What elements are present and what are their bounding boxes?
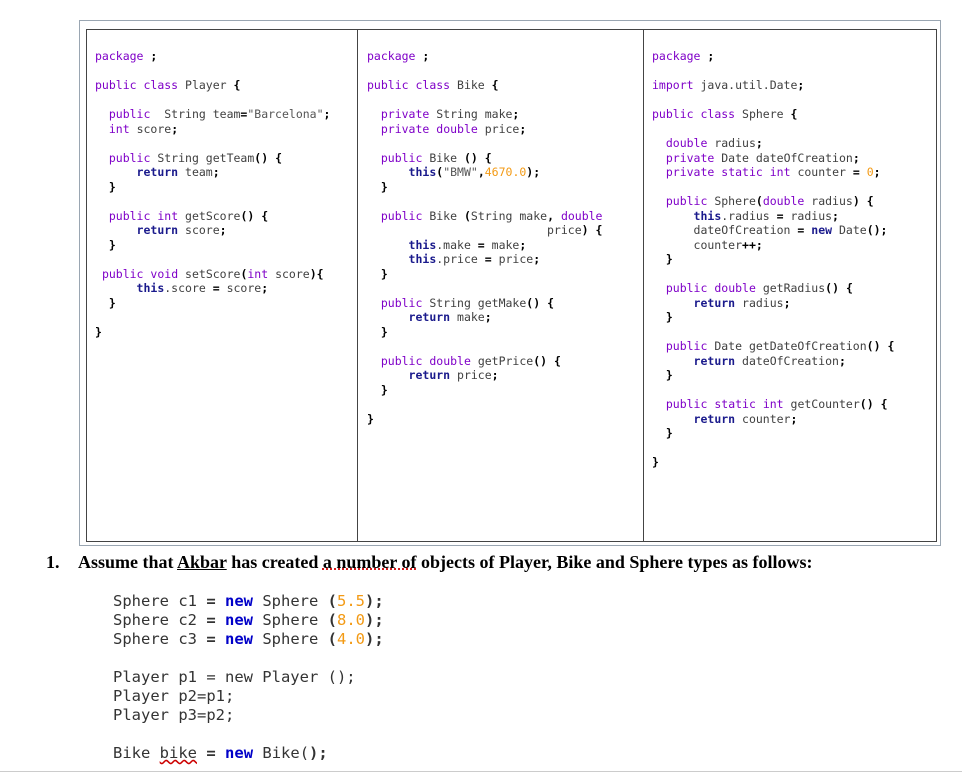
bike-code-line: this.price = price; [408, 252, 541, 266]
sphere-code-line [652, 441, 894, 456]
player-code-line: this.score = score; [136, 281, 269, 295]
name-akbar: Akbar [177, 552, 227, 572]
bike-class-code: package ; public class Bike { private St… [367, 49, 602, 426]
player-code-line: return team; [136, 165, 220, 179]
snippet-line: Sphere c3 = new Sphere (4.0); [113, 630, 384, 648]
page-bottom-rule [0, 771, 962, 772]
sphere-code-line: private static int counter = 0; [665, 165, 881, 179]
player-code-line: } [108, 295, 116, 310]
player-code-line [95, 310, 330, 325]
player-code-line [95, 136, 330, 151]
object-creation-snippet: Sphere c1 = new Sphere (5.5); Sphere c2 =… [113, 592, 384, 763]
snippet-line [113, 725, 384, 744]
sphere-code-line: public class Sphere { [652, 107, 798, 121]
sphere-code-line: this.radius = radius; [693, 208, 839, 223]
column-divider [357, 29, 358, 542]
snippet-line: Bike bike = new Bike(); [113, 744, 328, 762]
snippet-line: Player p2=p1; [113, 687, 235, 705]
sphere-class-code: package ; import java.util.Date; public … [652, 49, 894, 470]
sphere-code-line: return dateOfCreation; [693, 353, 846, 368]
sphere-code-line [652, 267, 894, 282]
player-code-line: return score; [136, 223, 227, 237]
player-code-line: } [108, 179, 116, 194]
bike-code-line: } [380, 266, 388, 281]
player-code-line [95, 93, 330, 108]
player-code-line: } [108, 237, 116, 252]
bike-code-line: private double price; [380, 121, 527, 136]
snippet-line: Player p3=p2; [113, 706, 235, 724]
sphere-code-line: dateOfCreation = new Date(); [652, 223, 888, 237]
bike-code-line: private String make; [380, 107, 520, 121]
sphere-code-line: public Sphere(double radius) { [665, 194, 874, 208]
bike-code-line: package ; [367, 49, 430, 63]
sphere-code-line: private Date dateOfCreation; [665, 150, 860, 165]
sphere-code-line: double radius; [665, 136, 763, 150]
sphere-code-line [652, 64, 894, 79]
sphere-code-line: } [665, 310, 673, 324]
player-code-line: int score; [108, 121, 179, 136]
sphere-code-line: package ; [652, 49, 715, 63]
sphere-code-line: counter++; [652, 237, 763, 252]
sphere-code-line: import java.util.Date; [652, 78, 805, 92]
player-code-line [95, 252, 330, 267]
bike-code-line: } [380, 324, 388, 339]
sphere-code-line: } [652, 455, 659, 469]
sphere-code-line [652, 180, 894, 195]
bike-code-line [367, 339, 602, 354]
snippet-line: Player p1 = new Player (); [113, 668, 356, 686]
bike-code-line: public String getMake() { [380, 295, 554, 310]
bike-code-line: return price; [408, 368, 499, 382]
bike-code-line: } [367, 411, 374, 426]
sphere-code-line: return radius; [693, 295, 791, 310]
sphere-code-line: return counter; [693, 411, 798, 426]
bike-code-line [367, 281, 602, 296]
bike-code-line [367, 93, 602, 108]
bike-code-line: } [380, 382, 388, 397]
sphere-code-line [652, 93, 894, 108]
column-divider [643, 29, 644, 542]
bike-code-line: public Bike () { [380, 150, 492, 165]
snippet-line [113, 649, 384, 668]
sphere-code-line: } [665, 426, 673, 440]
sphere-code-line: public double getRadius() { [665, 281, 853, 295]
question-text: Assume that Akbar has created a number o… [78, 552, 813, 572]
sphere-code-line [652, 325, 894, 340]
sphere-code-line: } [665, 368, 673, 382]
player-class-code: package ; public class Player { public S… [95, 49, 330, 339]
player-code-line: public String team="Barcelona"; [108, 107, 331, 121]
bike-code-line: public Bike (String make, double [380, 208, 603, 223]
player-code-line: package ; [95, 49, 158, 63]
player-code-line: public String getTeam() { [108, 150, 282, 165]
sphere-code-line: public Date getDateOfCreation() { [665, 339, 895, 353]
player-code-line: public void setScore(int score){ [101, 266, 324, 281]
bike-code-line [367, 64, 602, 79]
bike-code-line [367, 136, 602, 151]
snippet-line: Sphere c2 = new Sphere (8.0); [113, 611, 384, 629]
sphere-code-line: public static int getCounter() { [665, 397, 888, 411]
sphere-code-line: } [665, 252, 673, 266]
question-number: 1. [46, 552, 60, 572]
bike-code-line: return make; [408, 310, 492, 324]
player-code-line: public class Player { [95, 78, 241, 92]
bike-code-line: price) { [367, 223, 603, 237]
bike-code-line: this.make = make; [408, 237, 527, 252]
bike-code-line [367, 194, 602, 209]
player-code-line: public int getScore() { [108, 208, 269, 223]
bike-code-line [367, 397, 602, 412]
player-code-line [95, 194, 330, 209]
phrase-a-number-of: a number of [322, 552, 417, 572]
sphere-code-line [652, 122, 894, 137]
sphere-code-line [652, 383, 894, 398]
bike-code-line: } [380, 179, 388, 194]
player-code-line: } [95, 324, 102, 339]
bike-code-line: this("BMW",4670.0); [408, 165, 541, 179]
bike-code-line: public double getPrice() { [380, 353, 561, 368]
snippet-line: Sphere c1 = new Sphere (5.5); [113, 592, 384, 610]
bike-code-line: public class Bike { [367, 78, 499, 92]
player-code-line [95, 64, 330, 79]
